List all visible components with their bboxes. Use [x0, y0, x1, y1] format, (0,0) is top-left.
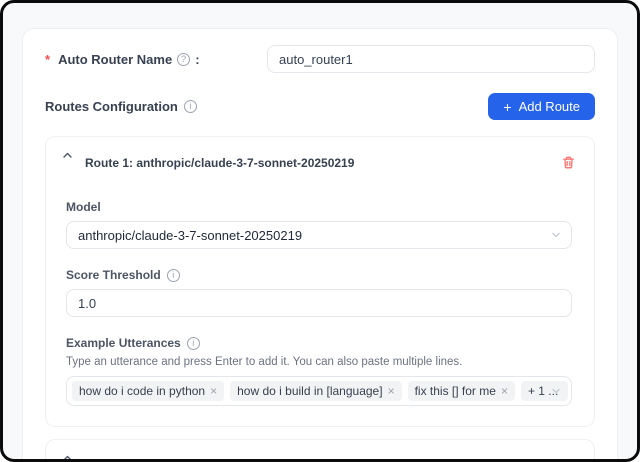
auto-router-form-card: * Auto Router Name ? : Routes Configurat…: [22, 28, 618, 462]
routes-configuration-row: Routes Configuration i + Add Route: [45, 93, 595, 120]
collapse-caret-icon[interactable]: [62, 150, 73, 161]
model-label: Model: [66, 200, 101, 214]
model-label-text: Model: [66, 200, 101, 214]
required-asterisk: *: [45, 52, 50, 67]
route-1-header: Route 1: anthropic/claude-3-7-sonnet-202…: [62, 150, 578, 172]
utterances-tags-select[interactable]: how do i code in python × how do i build…: [66, 376, 572, 406]
utterance-overflow-tag[interactable]: + 1 ...: [521, 381, 568, 401]
routes-configuration-label: Routes Configuration i: [45, 99, 197, 114]
route-1-title[interactable]: Route 1: anthropic/claude-3-7-sonnet-202…: [85, 156, 559, 170]
tag-close-icon[interactable]: ×: [388, 385, 395, 397]
delete-route-1-button[interactable]: [559, 153, 578, 172]
example-utterances-label-text: Example Utterances: [66, 336, 181, 350]
collapse-caret-icon[interactable]: [62, 453, 73, 462]
delete-route-2-button[interactable]: [559, 456, 578, 462]
add-route-button-label: Add Route: [519, 99, 580, 114]
info-circle-icon[interactable]: i: [187, 337, 200, 350]
example-utterances-block: Example Utterances i Type an utterance a…: [66, 334, 572, 406]
utterances-helper-text: Type an utterance and press Enter to add…: [66, 356, 572, 368]
auto-router-name-input[interactable]: [267, 45, 595, 73]
route-1-body: Model anthropic/claude-3-7-sonnet-202502…: [66, 198, 572, 406]
utterance-tag: fix this [] for me ×: [408, 381, 515, 401]
utterance-tag-text: how do i code in python: [79, 384, 205, 398]
score-threshold-input[interactable]: [66, 289, 572, 317]
model-field-block: Model anthropic/claude-3-7-sonnet-202502…: [66, 198, 572, 249]
info-circle-icon[interactable]: i: [184, 100, 197, 113]
chevron-down-icon: [551, 386, 561, 396]
info-circle-icon[interactable]: i: [167, 269, 180, 282]
utterance-tag-text: fix this [] for me: [415, 384, 496, 398]
score-threshold-label-text: Score Threshold: [66, 268, 161, 282]
auto-router-name-label-text: Auto Router Name: [58, 52, 172, 67]
auto-router-name-row: * Auto Router Name ? :: [45, 45, 595, 73]
plus-icon: +: [503, 100, 511, 114]
example-utterances-label: Example Utterances i: [66, 336, 200, 350]
model-select-value: anthropic/claude-3-7-sonnet-20250219: [78, 228, 302, 243]
add-route-button[interactable]: + Add Route: [488, 93, 595, 120]
utterance-tag: how do i code in python ×: [72, 381, 224, 401]
utterance-tag-text: how do i build in [language]: [237, 384, 382, 398]
trash-icon: [561, 155, 576, 170]
route-2-panel: Route 2: azure_ai/gpt-4o: [45, 439, 595, 462]
model-select[interactable]: anthropic/claude-3-7-sonnet-20250219: [66, 221, 572, 249]
label-colon: :: [195, 52, 199, 67]
window-frame: * Auto Router Name ? : Routes Configurat…: [0, 0, 640, 462]
auto-router-name-label: * Auto Router Name ? :: [45, 52, 200, 67]
score-threshold-label: Score Threshold i: [66, 268, 180, 282]
routes-configuration-label-text: Routes Configuration: [45, 99, 178, 114]
route-2-header: Route 2: azure_ai/gpt-4o: [62, 453, 578, 462]
tag-close-icon[interactable]: ×: [501, 385, 508, 397]
utterance-tag: how do i build in [language] ×: [230, 381, 401, 401]
trash-icon: [561, 458, 576, 462]
tag-close-icon[interactable]: ×: [210, 385, 217, 397]
question-circle-icon[interactable]: ?: [177, 53, 190, 66]
route-1-panel: Route 1: anthropic/claude-3-7-sonnet-202…: [45, 136, 595, 427]
chevron-down-icon: [551, 230, 561, 240]
score-threshold-block: Score Threshold i: [66, 266, 572, 317]
